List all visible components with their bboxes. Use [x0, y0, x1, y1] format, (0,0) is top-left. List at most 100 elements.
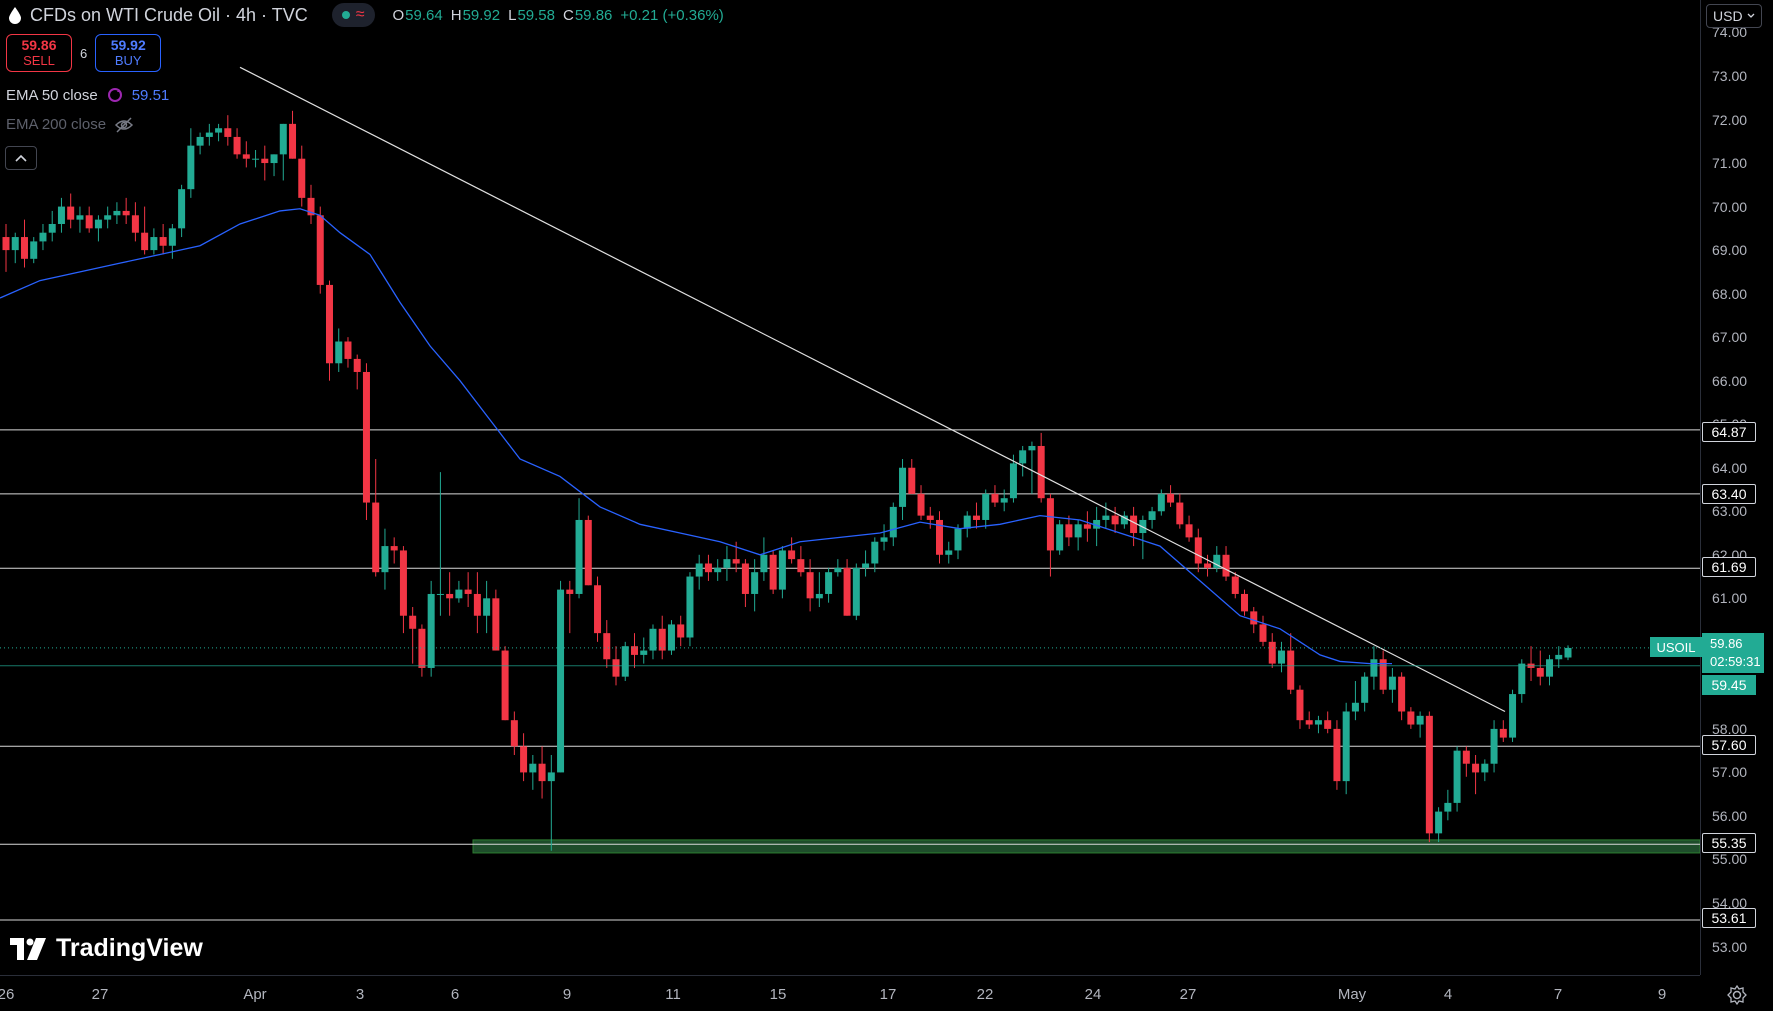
candle-body — [1444, 802, 1452, 812]
candle — [399, 546, 407, 634]
candle — [159, 223, 167, 255]
price-tick: 63.00 — [1712, 503, 1748, 520]
price-tick: 71.00 — [1712, 155, 1748, 172]
candle — [547, 755, 555, 851]
candle-body — [1435, 811, 1443, 834]
candle-body — [1453, 750, 1461, 803]
candle — [168, 223, 176, 259]
time-tick: 11 — [665, 986, 681, 1003]
candle-body — [11, 237, 19, 251]
candle-body — [1046, 498, 1054, 551]
candle-body — [732, 559, 740, 564]
refresh-icon[interactable] — [106, 86, 124, 104]
indicator-ema200[interactable]: EMA 200 close — [6, 116, 134, 133]
candle-body — [1333, 728, 1341, 782]
price-chart[interactable] — [0, 0, 1700, 975]
collapse-legend-button[interactable] — [5, 146, 37, 170]
candle-body — [557, 589, 565, 773]
candle — [1111, 506, 1119, 534]
candle — [57, 197, 65, 233]
candle-body — [409, 615, 417, 629]
price-tick: 55.00 — [1712, 851, 1748, 868]
candle — [991, 485, 999, 507]
candle — [862, 550, 870, 577]
candle-body — [1351, 702, 1359, 712]
time-tick: 22 — [976, 986, 994, 1003]
chart-settings-button[interactable] — [1726, 984, 1750, 1008]
price-tick: 56.00 — [1712, 807, 1748, 824]
chart-header: CFDs on WTI Crude Oil · 4h · TVC ≈ O59.6… — [8, 3, 724, 27]
candle-body — [427, 593, 435, 668]
candle-body — [899, 467, 907, 507]
candle-body — [1000, 498, 1008, 503]
candle-body — [1536, 667, 1544, 677]
candle — [834, 559, 842, 577]
candle — [94, 215, 102, 242]
level-tag-57-60: 57.60 — [1702, 735, 1756, 755]
candle — [418, 624, 426, 677]
candle-body — [1157, 493, 1165, 512]
candle — [630, 633, 638, 668]
indicator-ema50[interactable]: EMA 50 close 59.51 — [6, 86, 169, 104]
candle-body — [344, 341, 352, 359]
candle — [603, 620, 611, 668]
buy-button[interactable]: 59.92 BUY — [95, 34, 162, 72]
candle — [76, 206, 84, 233]
candle-body — [1564, 647, 1572, 658]
candle — [1324, 711, 1332, 734]
candle-body — [1074, 524, 1082, 538]
candle-body — [270, 154, 278, 164]
candle — [196, 132, 204, 155]
level-tag-61-69: 61.69 — [1702, 557, 1756, 577]
candle — [788, 537, 796, 564]
candle — [917, 485, 925, 520]
candle-body — [982, 493, 990, 520]
price-tick: 69.00 — [1712, 242, 1748, 259]
candle — [908, 459, 916, 494]
candle-body — [769, 554, 777, 590]
candle — [224, 115, 232, 146]
candle-body — [640, 650, 648, 655]
price-tick: 68.00 — [1712, 285, 1748, 302]
market-status[interactable]: ≈ — [331, 3, 375, 27]
candle-body — [1259, 624, 1267, 642]
candle-body — [815, 593, 823, 599]
symbol-title[interactable]: CFDs on WTI Crude Oil · 4h · TVC — [30, 5, 308, 26]
candle — [113, 202, 121, 224]
time-tick: 9 — [1657, 986, 1667, 1003]
time-tick: 3 — [355, 986, 365, 1003]
candle — [945, 541, 953, 564]
candle — [20, 219, 28, 268]
candle — [1046, 493, 1054, 577]
candle — [704, 554, 712, 581]
candle — [289, 110, 297, 159]
candle — [455, 580, 463, 603]
candle-body — [1167, 493, 1175, 503]
candle — [270, 154, 278, 177]
candle — [1000, 489, 1008, 512]
candle — [1056, 519, 1064, 555]
candle-body — [547, 772, 555, 782]
sell-button[interactable]: 59.86 SELL — [6, 34, 72, 72]
candle-body — [325, 284, 333, 364]
candle-body — [316, 215, 324, 285]
candle — [1555, 646, 1563, 668]
candle-body — [1472, 763, 1480, 773]
candle-body — [1185, 524, 1193, 538]
candle — [1472, 755, 1480, 795]
candle — [1139, 515, 1147, 560]
candle-body — [1204, 563, 1212, 568]
ema50-label: EMA 50 close — [6, 86, 98, 104]
tradingview-logo[interactable]: TradingView — [10, 934, 203, 963]
hidden-eye-icon[interactable] — [114, 116, 134, 133]
candle — [390, 537, 398, 564]
candle-body — [1388, 676, 1396, 690]
candle — [325, 280, 333, 381]
candle-body — [1009, 463, 1017, 499]
candle — [1277, 641, 1285, 673]
currency-selector[interactable]: USD — [1706, 4, 1762, 28]
candle-body — [1361, 676, 1369, 703]
candle-body — [510, 720, 518, 747]
level-tag-55-35: 55.35 — [1702, 833, 1756, 853]
candle — [1527, 646, 1535, 682]
